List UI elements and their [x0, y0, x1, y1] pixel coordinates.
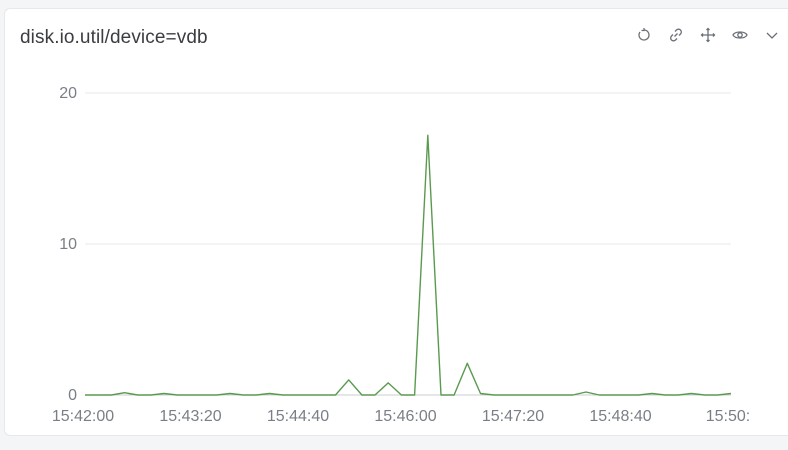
x-tick-label: 15:43:20: [159, 408, 221, 425]
series-line: [85, 134, 732, 396]
line-chart: 0 10 20 15:42:00 15:43:20 15:44:40 15:46:00 15:…: [52, 85, 750, 425]
x-tick-label: 15:50:: [706, 408, 750, 425]
page-background-strip: [0, 436, 788, 450]
x-tick-label: 15:44:40: [267, 408, 329, 425]
y-tick-label: 10: [59, 236, 77, 253]
chart-panel: disk.io.util/device=vdb 0 10 20 15:42:00…: [4, 8, 788, 436]
x-tick-label: 15:46:00: [374, 408, 436, 425]
x-tick-label: 15:42:00: [52, 408, 114, 425]
y-tick-label: 0: [68, 387, 77, 404]
y-tick-label: 20: [59, 85, 77, 102]
x-tick-label: 15:48:40: [589, 408, 651, 425]
x-tick-label: 15:47:20: [482, 408, 544, 425]
